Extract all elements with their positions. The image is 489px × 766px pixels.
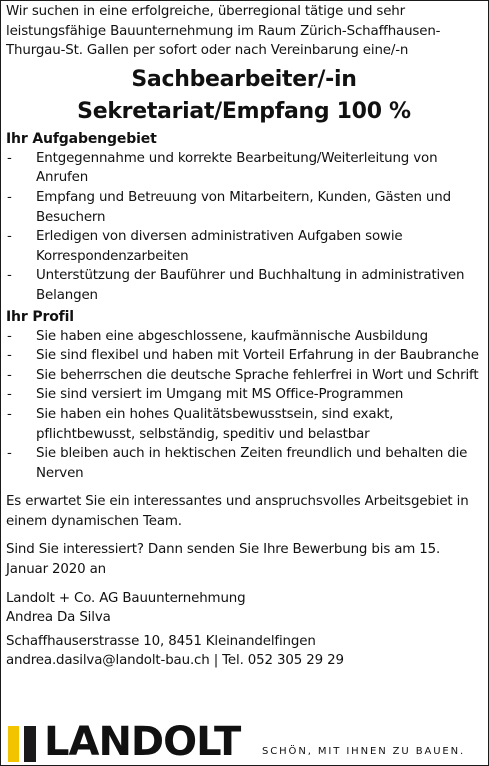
list-item: Sie sind versiert im Umgang mit MS Offic… (6, 385, 482, 405)
apply-text: Sind Sie interessiert? Dann senden Sie I… (6, 542, 441, 578)
job-title-line-1: Sachbearbeiter/-in (131, 66, 357, 92)
yellow-bar (8, 726, 19, 762)
brand-footer: LANDOLT SCHÖN, MIT IHNEN ZU BAUEN. (0, 719, 487, 765)
tasks-heading: Ihr Aufgabengebiet (6, 130, 157, 147)
list-item: Unterstützung der Bauführer und Buchhalt… (6, 266, 482, 305)
tasks-list: Entgegennahme und korrekte Bearbeitung/W… (6, 149, 482, 306)
job-title-line-2: Sekretariat/Empfang 100 % (77, 98, 411, 124)
intro-text: Wir suchen in eine erfolgreiche, überreg… (6, 4, 441, 59)
brand-slogan: SCHÖN, MIT IHNEN ZU BAUEN. (262, 746, 466, 757)
list-item: Sie sind flexibel und haben mit Vorteil … (6, 346, 482, 366)
landolt-bars-logo-icon (8, 726, 38, 762)
profile-heading: Ihr Profil (6, 308, 74, 325)
contact-company: Landolt + Co. AG Bauunternehmung (6, 590, 246, 606)
list-item: Entgegennahme und korrekte Bearbeitung/W… (6, 149, 482, 188)
list-item: Empfang und Betreuung von Mitarbeitern, … (6, 188, 482, 227)
contact-email-phone: andrea.dasilva@landolt-bau.ch | Tel. 052… (6, 653, 344, 669)
black-bar (24, 726, 36, 762)
contact-person: Andrea Da Silva (6, 610, 111, 626)
profile-list: Sie haben eine abgeschlossene, kaufmänni… (6, 327, 482, 484)
list-item: Sie beherrschen die deutsche Sprache feh… (6, 366, 482, 386)
list-item: Sie haben eine abgeschlossene, kaufmänni… (6, 327, 482, 347)
list-item: Sie bleiben auch in hektischen Zeiten fr… (6, 444, 482, 483)
offer-text: Es erwartet Sie ein interessantes und an… (6, 494, 469, 529)
list-item: Sie haben ein hohes Qualitätsbewusstsein… (6, 405, 482, 444)
list-item: Erledigen von diversen administrativen A… (6, 227, 482, 266)
job-ad-content: Wir suchen in eine erfolgreiche, überreg… (6, 2, 482, 671)
contact-address: Schaffhauserstrasse 10, 8451 Kleinandelf… (6, 633, 316, 649)
brand-wordmark: LANDOLT (44, 719, 241, 765)
